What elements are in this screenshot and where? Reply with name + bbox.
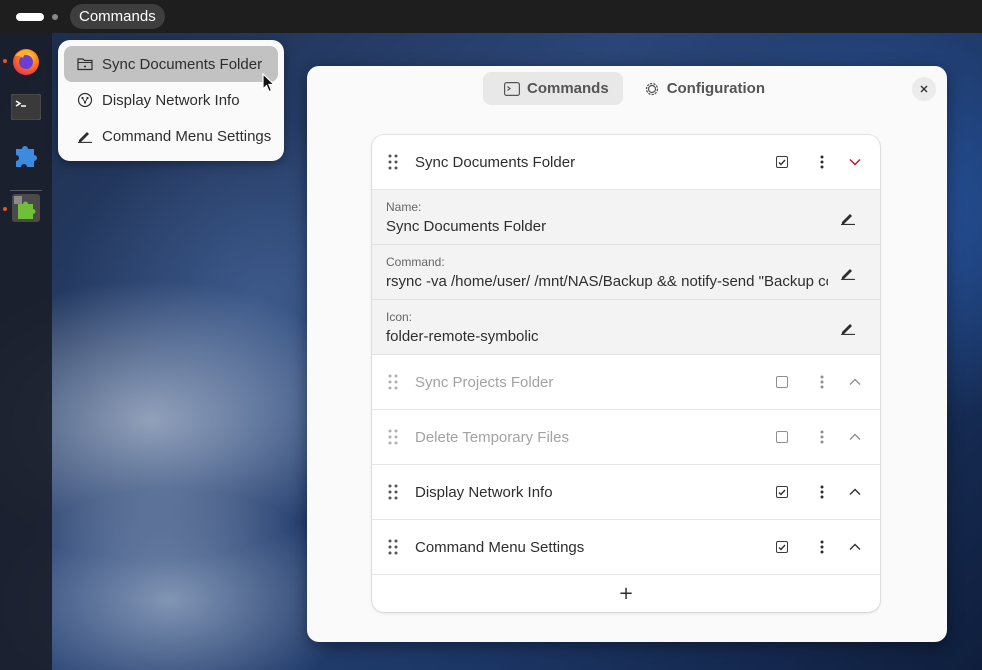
kebab-menu-icon xyxy=(820,540,824,554)
edit-pen-icon xyxy=(841,269,855,280)
chevron-down-icon xyxy=(849,158,861,166)
popup-item-label: Sync Documents Folder xyxy=(102,55,263,73)
expand-button[interactable] xyxy=(848,540,862,554)
commands-popup-menu: Sync Documents Folder Display Network In… xyxy=(58,40,284,161)
add-icon: + xyxy=(618,583,634,604)
collapse-button[interactable] xyxy=(848,155,862,169)
enable-checkbox[interactable] xyxy=(776,541,788,553)
drag-handle-icon[interactable] xyxy=(388,539,398,555)
edit-command-button[interactable] xyxy=(839,264,857,282)
terminal-icon xyxy=(504,81,520,96)
folder-remote-icon xyxy=(76,55,94,73)
kebab-menu-icon xyxy=(820,375,824,389)
command-row-delete-temp[interactable]: Delete Temporary Files xyxy=(372,410,880,465)
add-command-button[interactable]: + xyxy=(372,575,880,612)
more-options-button[interactable] xyxy=(816,539,828,555)
view-switcher: Commands Configuration xyxy=(483,72,779,105)
kebab-menu-icon xyxy=(820,155,824,169)
drag-handle-icon[interactable] xyxy=(388,429,398,445)
gear-icon xyxy=(644,81,660,97)
command-row-menu-settings[interactable]: Command Menu Settings xyxy=(372,520,880,575)
field-icon-row: Icon: folder-remote-symbolic xyxy=(372,300,880,355)
edit-pen-icon xyxy=(841,324,855,335)
popup-item-network-info[interactable]: Display Network Info xyxy=(64,82,278,118)
kebab-menu-icon xyxy=(820,485,824,499)
more-options-button[interactable] xyxy=(816,484,828,500)
enable-checkbox[interactable] xyxy=(776,486,788,498)
command-title: Delete Temporary Files xyxy=(415,428,569,446)
field-value[interactable]: folder-remote-symbolic xyxy=(386,328,828,345)
extensions-icon[interactable] xyxy=(8,137,44,173)
preferences-window: Commands Configuration Sync Documents Fo… xyxy=(307,66,947,642)
field-value[interactable]: rsync -va /home/user/ /mnt/NAS/Backup &&… xyxy=(386,273,828,290)
running-indicator xyxy=(3,207,7,211)
command-row-network-info[interactable]: Display Network Info xyxy=(372,465,880,520)
drag-handle-icon[interactable] xyxy=(388,484,398,500)
popup-item-sync-documents[interactable]: Sync Documents Folder xyxy=(64,46,278,82)
command-title: Sync Documents Folder xyxy=(415,153,576,171)
drag-handle-icon[interactable] xyxy=(388,374,398,390)
chevron-up-icon xyxy=(849,378,861,385)
popup-item-label: Command Menu Settings xyxy=(102,127,272,145)
kebab-menu-icon xyxy=(820,430,824,444)
commands-list: Sync Documents Folder Name: Sync Documen… xyxy=(372,135,880,612)
expand-button[interactable] xyxy=(848,485,862,499)
network-icon xyxy=(76,91,94,109)
expand-button[interactable] xyxy=(848,430,862,444)
field-label: Name: xyxy=(386,200,422,214)
command-row-sync-documents[interactable]: Sync Documents Folder xyxy=(372,135,880,190)
mouse-cursor-icon xyxy=(262,73,276,93)
field-value[interactable]: Sync Documents Folder xyxy=(386,218,828,235)
drag-handle-icon[interactable] xyxy=(388,154,398,170)
popup-item-label: Display Network Info xyxy=(102,91,240,109)
command-title: Sync Projects Folder xyxy=(415,373,554,391)
terminal-icon[interactable] xyxy=(8,89,44,125)
command-title: Command Menu Settings xyxy=(415,538,585,556)
chevron-up-icon xyxy=(849,543,861,550)
field-label: Command: xyxy=(386,255,445,269)
firefox-icon[interactable] xyxy=(8,43,44,79)
tab-configuration[interactable]: Configuration xyxy=(623,72,779,105)
enable-checkbox[interactable] xyxy=(776,431,788,443)
running-indicator xyxy=(3,59,7,63)
tab-label: Configuration xyxy=(666,80,766,97)
checkmark-icon xyxy=(778,159,786,166)
close-icon xyxy=(920,85,928,93)
expand-button[interactable] xyxy=(848,375,862,389)
edit-pen-icon xyxy=(841,214,855,225)
chevron-up-icon xyxy=(849,433,861,440)
enable-checkbox[interactable] xyxy=(776,156,788,168)
popup-item-command-menu-settings[interactable]: Command Menu Settings xyxy=(64,118,278,154)
checkmark-icon xyxy=(778,489,786,496)
extension-manager-icon[interactable] xyxy=(8,190,44,226)
edit-name-button[interactable] xyxy=(839,209,857,227)
field-name-row: Name: Sync Documents Folder xyxy=(372,190,880,245)
top-bar: Commands xyxy=(0,0,982,33)
chevron-up-icon xyxy=(849,488,861,495)
workspace-indicator-active[interactable] xyxy=(16,12,44,21)
tab-label: Commands xyxy=(527,80,609,97)
edit-icon-button[interactable] xyxy=(839,319,857,337)
field-command-row: Command: rsync -va /home/user/ /mnt/NAS/… xyxy=(372,245,880,300)
more-options-button[interactable] xyxy=(816,429,828,445)
field-label: Icon: xyxy=(386,310,413,324)
dock xyxy=(0,33,52,670)
more-options-button[interactable] xyxy=(816,154,828,170)
commands-panel-button[interactable]: Commands xyxy=(70,4,165,29)
settings-pen-icon xyxy=(76,127,94,145)
command-row-sync-projects[interactable]: Sync Projects Folder xyxy=(372,355,880,410)
more-options-button[interactable] xyxy=(816,374,828,390)
command-title: Display Network Info xyxy=(415,483,553,501)
workspace-indicator[interactable] xyxy=(52,13,58,20)
checkmark-icon xyxy=(778,544,786,551)
close-button[interactable] xyxy=(912,77,936,101)
tab-commands[interactable]: Commands xyxy=(483,72,623,105)
enable-checkbox[interactable] xyxy=(776,376,788,388)
